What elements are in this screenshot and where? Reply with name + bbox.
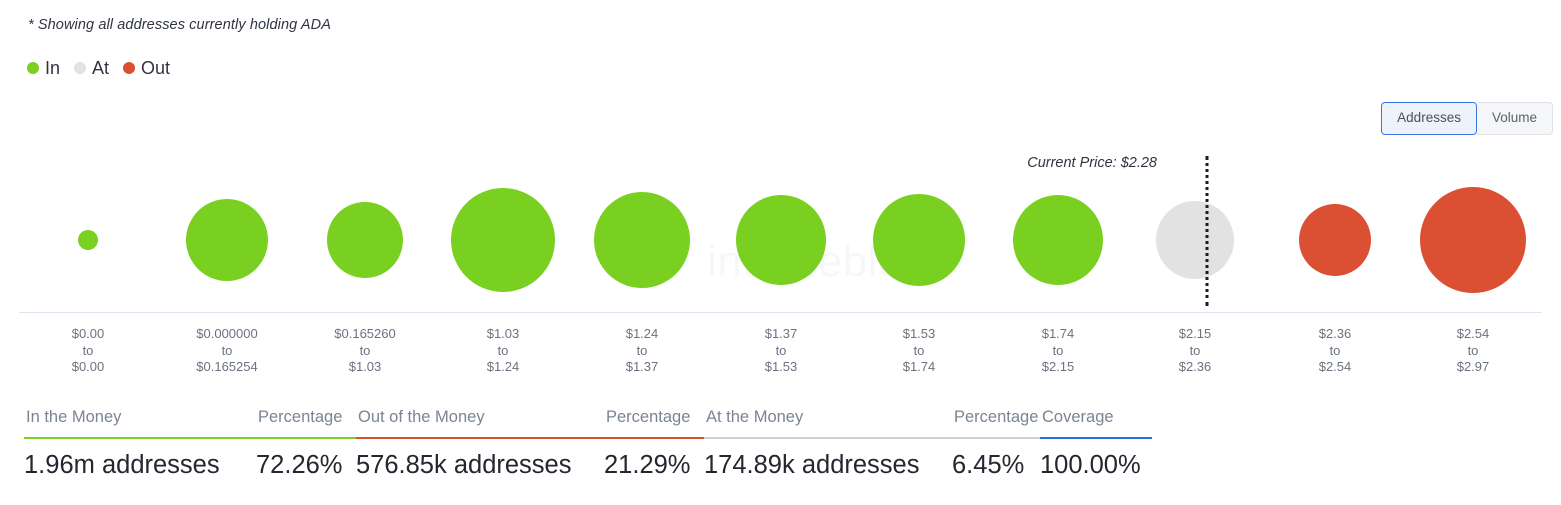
- x-tick-label-4: $1.24 to $1.37: [626, 326, 659, 376]
- tick-range-low: $2.36: [1318, 326, 1352, 341]
- stat-coverage-6: Coverage 100.00%: [1040, 407, 1152, 482]
- stat-label: Out of the Money: [358, 408, 485, 426]
- bubble-in-2[interactable]: [327, 202, 403, 278]
- tick-range-low: $1.03: [486, 326, 520, 341]
- tick-range-high: $1.37: [625, 359, 659, 374]
- toggle-volume-button[interactable]: Volume: [1476, 102, 1553, 135]
- stat-percentage-5: Percentage 6.45%: [952, 407, 1040, 482]
- bubble-in-0[interactable]: [78, 230, 98, 250]
- chart-note: * Showing all addresses currently holdin…: [28, 17, 331, 33]
- bubble-in-4[interactable]: [594, 192, 690, 288]
- tick-range-high: $1.24: [486, 359, 520, 374]
- x-tick-label-2: $0.165260 to $1.03: [334, 326, 395, 376]
- tick-range-high: $2.36: [1178, 359, 1212, 374]
- tick-range-separator: to: [1189, 342, 1201, 358]
- stat-out-of-the-money-2: Out of the Money 576.85k addresses: [356, 407, 604, 482]
- legend-item-at[interactable]: At: [74, 59, 109, 77]
- x-tick-label-3: $1.03 to $1.24: [487, 326, 520, 376]
- stat-value: 21.29%: [604, 451, 691, 480]
- bubble-in-6[interactable]: [873, 194, 965, 286]
- x-tick-label-10: $2.54 to $2.97: [1457, 326, 1490, 376]
- stat-label: In the Money: [26, 408, 122, 426]
- tick-range-low: $2.15: [1178, 326, 1212, 341]
- tick-range-high: $1.53: [764, 359, 798, 374]
- x-tick-label-8: $2.15 to $2.36: [1179, 326, 1212, 376]
- toggle-addresses-button[interactable]: Addresses: [1381, 102, 1477, 135]
- stat-value: 100.00%: [1040, 451, 1141, 480]
- tick-range-low: $0.000000: [196, 326, 258, 341]
- legend-dot-icon-in: [27, 62, 39, 74]
- legend-item-in[interactable]: In: [27, 59, 60, 77]
- legend-label: In: [45, 58, 61, 78]
- x-tick-label-6: $1.53 to $1.74: [903, 326, 936, 376]
- bubble-out-9[interactable]: [1299, 204, 1371, 276]
- stat-label: Coverage: [1042, 408, 1114, 426]
- tick-range-high: $0.165254: [196, 359, 258, 374]
- stat-value: 72.26%: [256, 451, 343, 480]
- current-price-line: [1205, 156, 1209, 306]
- x-tick-label-5: $1.37 to $1.53: [765, 326, 798, 376]
- stat-percentage-3: Percentage 21.29%: [604, 407, 704, 482]
- bubble-out-10[interactable]: [1420, 187, 1526, 293]
- tick-range-low: $1.53: [902, 326, 936, 341]
- stat-label: Percentage: [954, 408, 1039, 426]
- summary-stats: In the Money 1.96m addresses Percentage 72.…: [24, 407, 1152, 482]
- stat-at-the-money-4: At the Money 174.89k addresses: [704, 407, 952, 482]
- legend-item-out[interactable]: Out: [123, 59, 170, 77]
- stat-label: At the Money: [706, 408, 804, 426]
- stat-value: 576.85k addresses: [356, 451, 572, 480]
- stat-percentage-1: Percentage 72.26%: [256, 407, 356, 482]
- x-tick-label-0: $0.00 to $0.00: [72, 326, 105, 376]
- stat-in-the-money-0: In the Money 1.96m addresses: [24, 407, 256, 482]
- legend-dot-icon-at: [74, 62, 87, 74]
- tick-range-high: $2.54: [1318, 359, 1352, 374]
- tick-range-high: $2.15: [1041, 359, 1075, 374]
- stat-label: Percentage: [606, 408, 691, 426]
- bubble-in-7[interactable]: [1013, 195, 1103, 285]
- tick-range-separator: to: [359, 342, 371, 358]
- tick-range-separator: to: [221, 342, 233, 358]
- tick-range-low: $1.37: [764, 326, 798, 341]
- x-tick-label-1: $0.000000 to $0.165254: [196, 326, 257, 376]
- tick-range-low: $0.165260: [334, 326, 396, 341]
- tick-range-separator: to: [1467, 342, 1479, 358]
- tick-range-separator: to: [497, 342, 509, 358]
- tick-range-high: $1.03: [348, 359, 382, 374]
- bubble-chart: intotheblock Current Price: $2.28: [0, 140, 1561, 320]
- current-price-label: Current Price: $2.28: [1027, 155, 1157, 171]
- tick-range-separator: to: [1052, 342, 1064, 358]
- legend: In At Out: [27, 59, 170, 77]
- x-tick-label-9: $2.36 to $2.54: [1319, 326, 1352, 376]
- tick-range-separator: to: [775, 342, 787, 358]
- tick-range-high: $1.74: [902, 359, 936, 374]
- tick-range-high: $2.97: [1456, 359, 1490, 374]
- axis-baseline: [19, 312, 1542, 313]
- tick-range-separator: to: [913, 342, 925, 358]
- tick-range-low: $1.74: [1041, 326, 1075, 341]
- tick-range-separator: to: [82, 342, 94, 358]
- metric-toggle-group[interactable]: Addresses Volume: [1381, 102, 1553, 135]
- tick-range-low: $0.00: [71, 326, 105, 341]
- stat-value: 6.45%: [952, 451, 1025, 480]
- stat-value: 1.96m addresses: [24, 451, 220, 480]
- bubble-in-1[interactable]: [186, 199, 268, 281]
- tick-range-separator: to: [636, 342, 648, 358]
- legend-dot-icon-out: [123, 62, 136, 74]
- bubble-at-8[interactable]: [1156, 201, 1234, 279]
- tick-range-low: $2.54: [1456, 326, 1490, 341]
- stat-label: Percentage: [258, 408, 343, 426]
- stat-value: 174.89k addresses: [704, 451, 920, 480]
- x-axis-tick-labels: $0.00 to $0.00 $0.000000 to $0.165254 $0.16526…: [0, 326, 1561, 386]
- legend-label: At: [92, 58, 110, 78]
- tick-range-low: $1.24: [625, 326, 659, 341]
- legend-label: Out: [141, 58, 171, 78]
- tick-range-high: $0.00: [71, 359, 105, 374]
- tick-range-separator: to: [1329, 342, 1341, 358]
- x-tick-label-7: $1.74 to $2.15: [1042, 326, 1075, 376]
- bubble-in-3[interactable]: [451, 188, 555, 292]
- bubble-in-5[interactable]: [736, 195, 826, 285]
